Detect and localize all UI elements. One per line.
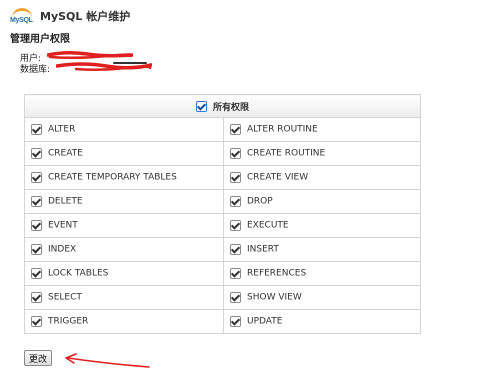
privilege-cell-insert: INSERT bbox=[222, 237, 422, 262]
privilege-row: CREATE CREATE ROUTINE bbox=[24, 141, 422, 166]
privilege-label-create-routine: CREATE ROUTINE bbox=[247, 148, 326, 159]
privilege-row: ALTER ALTER ROUTINE bbox=[24, 117, 422, 142]
all-privileges-label: 所有权限 bbox=[213, 102, 250, 113]
privilege-cell-create-view: CREATE VIEW bbox=[222, 165, 422, 190]
privilege-label-lock-tables: LOCK TABLES bbox=[48, 268, 109, 279]
privilege-checkbox-execute[interactable] bbox=[230, 220, 241, 231]
privilege-cell-create-routine: CREATE ROUTINE bbox=[222, 141, 422, 166]
privilege-cell-delete: DELETE bbox=[24, 189, 224, 214]
privilege-label-event: EVENT bbox=[48, 220, 78, 231]
page-title: MySQL 帐户维护 bbox=[40, 10, 131, 23]
database-label: 数据库: bbox=[20, 65, 51, 75]
privilege-label-delete: DELETE bbox=[48, 196, 83, 207]
privilege-label-trigger: TRIGGER bbox=[48, 316, 89, 327]
privilege-cell-create: CREATE bbox=[24, 141, 224, 166]
privilege-cell-alter: ALTER bbox=[24, 117, 224, 142]
privilege-label-insert: INSERT bbox=[247, 244, 279, 255]
annotation-arrow bbox=[65, 353, 150, 368]
privilege-row: DELETE DROP bbox=[24, 189, 422, 214]
privilege-label-alter-routine: ALTER ROUTINE bbox=[247, 124, 318, 135]
privilege-row: TRIGGER UPDATE bbox=[24, 309, 422, 334]
privilege-cell-alter-routine: ALTER ROUTINE bbox=[222, 117, 422, 142]
privilege-checkbox-trigger[interactable] bbox=[31, 316, 42, 327]
privilege-checkbox-show-view[interactable] bbox=[230, 292, 241, 303]
privilege-label-create-temporary-tables: CREATE TEMPORARY TABLES bbox=[48, 172, 177, 183]
privilege-row: INDEX INSERT bbox=[24, 237, 422, 262]
section-title: 管理用户权限 bbox=[10, 34, 70, 45]
privilege-checkbox-create-routine[interactable] bbox=[230, 148, 241, 159]
privilege-checkbox-delete[interactable] bbox=[31, 196, 42, 207]
privileges-table: 所有权限 ALTER ALTER ROUTINE CREATE CREATE ROUT… bbox=[23, 94, 422, 334]
privilege-checkbox-update[interactable] bbox=[230, 316, 241, 327]
logo-text: MySQL bbox=[10, 17, 33, 24]
privilege-row: LOCK TABLES REFERENCES bbox=[24, 261, 422, 286]
privilege-cell-drop: DROP bbox=[222, 189, 422, 214]
all-privileges-checkbox[interactable] bbox=[196, 100, 207, 112]
privilege-cell-update: UPDATE bbox=[222, 309, 422, 334]
privilege-label-select: SELECT bbox=[48, 292, 82, 303]
privilege-cell-index: INDEX bbox=[24, 237, 224, 262]
privilege-checkbox-select[interactable] bbox=[31, 292, 42, 303]
privilege-label-execute: EXECUTE bbox=[247, 220, 289, 231]
privilege-checkbox-create-temporary-tables[interactable] bbox=[31, 172, 42, 183]
privilege-checkbox-references[interactable] bbox=[230, 268, 241, 279]
mysql-logo: MySQL bbox=[10, 8, 36, 24]
privilege-checkbox-alter[interactable] bbox=[31, 124, 42, 135]
redaction-scribble-user bbox=[47, 50, 133, 60]
privilege-checkbox-index[interactable] bbox=[31, 244, 42, 255]
all-privileges-row: 所有权限 bbox=[23, 94, 422, 118]
privileges-list: ALTER ALTER ROUTINE CREATE CREATE ROUTINE CR… bbox=[24, 117, 422, 334]
privilege-label-index: INDEX bbox=[48, 244, 77, 255]
privilege-checkbox-drop[interactable] bbox=[230, 196, 241, 207]
privilege-label-update: UPDATE bbox=[247, 316, 283, 327]
privilege-label-references: REFERENCES bbox=[247, 268, 307, 279]
all-privileges-cell: 所有权限 bbox=[23, 94, 422, 118]
privilege-row: CREATE TEMPORARY TABLES CREATE VIEW bbox=[24, 165, 422, 190]
privilege-row: SELECT SHOW VIEW bbox=[24, 285, 422, 310]
privilege-label-create-view: CREATE VIEW bbox=[247, 172, 309, 183]
privilege-checkbox-alter-routine[interactable] bbox=[230, 124, 241, 135]
privilege-label-alter: ALTER bbox=[48, 124, 76, 135]
redaction-scribble-database bbox=[56, 62, 152, 72]
privilege-checkbox-insert[interactable] bbox=[230, 244, 241, 255]
privilege-checkbox-create[interactable] bbox=[31, 148, 42, 159]
privilege-cell-lock-tables: LOCK TABLES bbox=[24, 261, 224, 286]
privilege-checkbox-lock-tables[interactable] bbox=[31, 268, 42, 279]
privilege-cell-create-temporary-tables: CREATE TEMPORARY TABLES bbox=[24, 165, 224, 190]
privilege-cell-execute: EXECUTE bbox=[222, 213, 422, 238]
privilege-cell-trigger: TRIGGER bbox=[24, 309, 224, 334]
privilege-cell-select: SELECT bbox=[24, 285, 224, 310]
privilege-label-create: CREATE bbox=[48, 148, 83, 159]
privilege-checkbox-event[interactable] bbox=[31, 220, 42, 231]
privilege-label-drop: DROP bbox=[247, 196, 273, 207]
privilege-cell-event: EVENT bbox=[24, 213, 224, 238]
privilege-label-show-view: SHOW VIEW bbox=[247, 292, 302, 303]
privilege-row: EVENT EXECUTE bbox=[24, 213, 422, 238]
change-button[interactable]: 更改 bbox=[24, 350, 52, 366]
privilege-cell-references: REFERENCES bbox=[222, 261, 422, 286]
privilege-checkbox-create-view[interactable] bbox=[230, 172, 241, 183]
page-header: MySQL MySQL 帐户维护 bbox=[10, 6, 130, 26]
privilege-cell-show-view: SHOW VIEW bbox=[222, 285, 422, 310]
